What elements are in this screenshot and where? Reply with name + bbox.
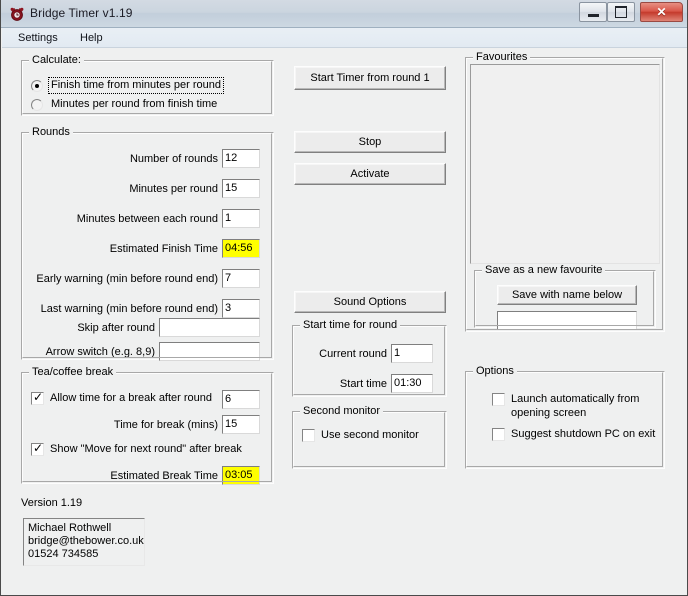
input-last-warning[interactable]: 3: [222, 299, 260, 318]
maximize-button[interactable]: [607, 2, 635, 22]
alarm-clock-icon: [9, 6, 25, 22]
save-with-name-button[interactable]: Save with name below: [497, 285, 637, 305]
rounds-group: Rounds Number of rounds 12 Minutes per r…: [21, 126, 274, 361]
output-estimated-finish-time: 04:56: [222, 239, 260, 258]
label-start-time: Start time: [339, 378, 387, 390]
label-suggest-shutdown: Suggest shutdown PC on exit: [511, 428, 656, 440]
calculate-group-title: Calculate:: [29, 54, 84, 66]
input-start-time[interactable]: 01:30: [391, 374, 433, 393]
output-estimated-break-time: 03:05: [222, 466, 260, 485]
input-arrow-switch[interactable]: [159, 342, 260, 361]
minimize-button[interactable]: [579, 2, 607, 22]
input-current-round[interactable]: 1: [391, 344, 433, 363]
label-last-warning: Last warning (min before round end): [40, 303, 218, 315]
stop-button[interactable]: Stop: [294, 131, 446, 153]
checkbox-indicator-unchecked: [302, 429, 315, 442]
label-allow-break: Allow time for a break after round: [50, 392, 213, 404]
contact-email: bridge@thebower.co.uk: [28, 535, 144, 547]
radio-minutes-from-finish-time[interactable]: Minutes per round from finish time: [31, 97, 261, 113]
second-monitor-group-title: Second monitor: [300, 405, 384, 417]
input-minutes-per-round[interactable]: 15: [222, 179, 260, 198]
input-break-after-round[interactable]: 6: [222, 390, 260, 409]
checkbox-indicator-unchecked: [492, 393, 505, 406]
close-icon: ✕: [656, 5, 667, 19]
label-launch-automatically: Launch automatically from opening screen: [511, 393, 640, 419]
input-favourite-name[interactable]: [497, 311, 637, 330]
label-show-move-message: Show "Move for next round" after break: [50, 443, 242, 455]
input-number-of-rounds[interactable]: 12: [222, 149, 260, 168]
checkbox-indicator-checked: ✓: [31, 441, 44, 456]
menu-item-help[interactable]: Help: [76, 31, 107, 45]
title-bar: Bridge Timer v1.19 ✕: [1, 0, 687, 28]
version-label: Version 1.19: [21, 497, 83, 509]
radio-indicator-selected: [31, 80, 43, 92]
radio-finish-time-from-minutes[interactable]: Finish time from minutes per round: [31, 77, 261, 94]
radio-label-minutes-per-round: Minutes per round from finish time: [51, 98, 218, 110]
activate-button[interactable]: Activate: [294, 163, 446, 185]
label-minutes-per-round: Minutes per round: [129, 183, 218, 195]
favourites-group-title: Favourites: [473, 51, 531, 63]
input-time-for-break[interactable]: 15: [222, 415, 260, 434]
label-use-second-monitor: Use second monitor: [321, 429, 419, 441]
tea-coffee-break-group: Tea/coffee break ✓ Allow time for a brea…: [21, 366, 274, 485]
save-favourite-group-title: Save as a new favourite: [482, 264, 606, 276]
start-time-group: Start time for round Current round 1 Sta…: [292, 319, 447, 397]
input-minutes-between-rounds[interactable]: 1: [222, 209, 260, 228]
second-monitor-group: Second monitor Use second monitor: [292, 405, 447, 469]
contact-info-box: Michael Rothwell bridge@thebower.co.uk 0…: [23, 518, 145, 566]
options-group-title: Options: [473, 365, 517, 377]
menu-bar: Settings Help: [2, 28, 687, 48]
options-group: Options Launch automatically from openin…: [465, 365, 665, 469]
close-button[interactable]: ✕: [640, 2, 683, 22]
contact-name: Michael Rothwell: [28, 522, 112, 534]
maximize-icon: [608, 3, 634, 21]
minimize-icon: [580, 3, 606, 21]
menu-item-settings[interactable]: Settings: [14, 31, 62, 45]
contact-phone: 01524 734585: [28, 548, 99, 560]
break-group-title: Tea/coffee break: [29, 366, 117, 378]
label-minutes-between-rounds: Minutes between each round: [76, 213, 218, 225]
label-estimated-finish-time: Estimated Finish Time: [109, 243, 218, 255]
calculate-group: Calculate: Finish time from minutes per …: [21, 54, 274, 116]
label-skip-after-round: Skip after round: [77, 322, 155, 334]
input-early-warning[interactable]: 7: [222, 269, 260, 288]
label-time-for-break: Time for break (mins): [113, 419, 218, 431]
label-current-round: Current round: [319, 348, 387, 360]
start-timer-button[interactable]: Start Timer from round 1: [294, 66, 446, 90]
label-arrow-switch: Arrow switch (e.g. 8,9): [45, 346, 155, 358]
label-number-of-rounds: Number of rounds: [129, 153, 218, 165]
radio-indicator-unselected: [31, 99, 43, 111]
save-favourite-group: Save as a new favourite Save with name b…: [474, 264, 656, 330]
favourites-listbox[interactable]: [470, 64, 660, 264]
window-title: Bridge Timer v1.19: [30, 6, 133, 20]
sound-options-button[interactable]: Sound Options: [294, 291, 446, 313]
start-time-group-title: Start time for round: [300, 319, 401, 331]
checkbox-indicator-unchecked: [492, 428, 505, 441]
favourites-group: Favourites Save as a new favourite Save …: [465, 51, 665, 332]
radio-label-finish-time: Finish time from minutes per round: [48, 77, 224, 94]
label-estimated-break-time: Estimated Break Time: [110, 470, 218, 482]
checkbox-indicator-checked: ✓: [31, 390, 44, 405]
label-early-warning: Early warning (min before round end): [36, 273, 218, 285]
rounds-group-title: Rounds: [29, 126, 73, 138]
input-skip-after-round[interactable]: [159, 318, 260, 337]
app-window: Bridge Timer v1.19 ✕ Settings Help Calcu…: [0, 0, 688, 596]
